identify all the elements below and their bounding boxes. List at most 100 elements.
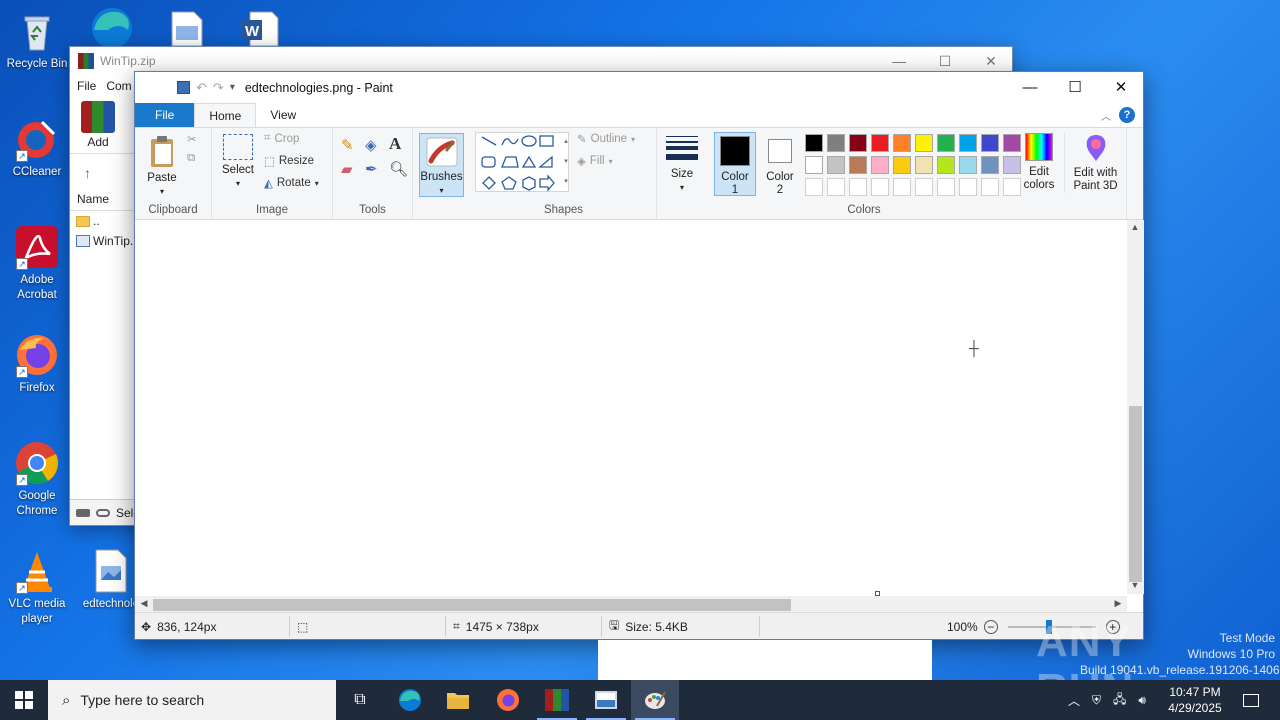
scroll-up-icon[interactable]: ▲ [1128,222,1142,232]
text-tool-icon[interactable]: A [389,134,401,154]
help-icon[interactable]: ? [1119,107,1135,123]
custom-color-slot[interactable] [805,178,823,196]
taskbar-file-explorer[interactable] [434,680,482,720]
size-button[interactable]: Size ▾ [663,134,701,194]
color-swatch[interactable] [871,134,889,152]
custom-color-slot[interactable] [959,178,977,196]
color1-button[interactable]: Color 1 [714,132,756,196]
paint-close-button[interactable]: ✕ [1098,72,1144,103]
desktop-icon-adobe-acrobat[interactable]: ↗ Adobe Acrobat [2,224,72,303]
taskbar-search-box[interactable]: ⌕ Type here to search [48,680,336,720]
custom-color-slot[interactable] [871,178,889,196]
undo-icon[interactable]: ↶ [196,80,207,96]
color-swatch[interactable] [805,156,823,174]
zoom-out-icon[interactable]: − [983,619,998,634]
custom-color-slot[interactable] [937,178,955,196]
scroll-left-icon[interactable]: ◀ [137,598,151,609]
fill-bucket-icon[interactable]: ◈ [365,136,377,154]
color-swatch[interactable] [937,156,955,174]
color-swatch[interactable] [915,134,933,152]
desktop-icon-ccleaner[interactable]: ↗ CCleaner [2,116,72,180]
scroll-down-icon[interactable]: ▼ [1128,580,1142,590]
custom-color-slot[interactable] [915,178,933,196]
vertical-scrollbar[interactable]: ▲ ▼ [1127,220,1144,594]
tab-file[interactable]: File [135,103,195,127]
color-swatch[interactable] [805,134,823,152]
color-swatch[interactable] [959,156,977,174]
select-button[interactable]: Select ▾ [220,134,256,190]
custom-color-slot[interactable] [827,178,845,196]
horizontal-scroll-thumb[interactable] [153,599,791,611]
custom-color-slot[interactable] [981,178,999,196]
color-swatch[interactable] [981,134,999,152]
winrar-menu-file[interactable]: File [77,79,96,93]
taskbar-firefox[interactable] [484,680,532,720]
taskbar-winrar[interactable] [533,680,581,720]
color-swatch[interactable] [827,134,845,152]
horizontal-scrollbar[interactable]: ◀ ▶ [135,596,1127,613]
network-icon[interactable]: 🖧 [1113,690,1126,711]
color2-button[interactable]: Color 2 [759,132,801,197]
taskbar-edge[interactable] [386,680,434,720]
security-icon[interactable]: ⛨ [1092,693,1101,708]
taskbar-image-viewer[interactable] [582,680,630,720]
cut-icon[interactable]: ✂ [187,132,197,146]
edit-colors-button[interactable]: Edit colors [1019,133,1059,192]
fill-button[interactable]: ◈ Fill ▾ [577,154,613,168]
winrar-add-button[interactable]: Add [76,101,120,149]
brushes-button[interactable]: Brushes ▾ [419,133,464,197]
color-swatch[interactable] [915,156,933,174]
edit-with-paint3d-button[interactable]: Edit with Paint 3D [1064,133,1126,193]
color-swatch[interactable] [871,156,889,174]
desktop-icon-google-chrome[interactable]: ↗ Google Chrome [2,440,72,519]
color-picker-icon[interactable]: ✒ [365,160,378,178]
tab-home[interactable]: Home [194,103,257,127]
color-swatch[interactable] [849,134,867,152]
pencil-icon[interactable]: ✎ [341,136,354,154]
shapes-gallery[interactable] [475,132,569,192]
resize-button[interactable]: ⬚ Resize [264,154,314,168]
customize-quick-access-icon[interactable]: ▾ [230,82,235,93]
edge-desktop-icon[interactable] [88,4,136,48]
color-swatch[interactable] [959,134,977,152]
desktop-icon-recycle-bin[interactable]: Recycle Bin [2,8,72,72]
volume-icon[interactable]: 🔊︎ [1138,693,1146,708]
rotate-button[interactable]: ◭ Rotate ▾ [264,176,319,190]
color-swatch[interactable] [893,156,911,174]
vertical-scroll-thumb[interactable] [1129,406,1142,582]
paste-button[interactable]: Paste ▾ [143,134,181,198]
custom-color-slot[interactable] [849,178,867,196]
color-swatch[interactable] [937,134,955,152]
custom-color-slot[interactable] [893,178,911,196]
word-document-desktop-icon[interactable]: W [240,10,280,47]
paint-maximize-button[interactable]: ☐ [1052,72,1098,103]
eraser-icon[interactable]: ▰ [341,160,353,178]
magnifier-icon[interactable]: 🔍︎ [389,160,408,178]
minimize-ribbon-icon[interactable]: ︿ [1101,108,1111,123]
color-swatch[interactable] [981,156,999,174]
desktop-icon-vlc[interactable]: ↗ VLC media player [2,548,72,627]
outline-button[interactable]: ✎ Outline ▾ [577,132,635,146]
notification-center-button[interactable] [1234,680,1268,720]
start-button[interactable] [0,680,48,720]
show-hidden-icons-icon[interactable]: ︿ [1068,692,1080,709]
shapes-scroll[interactable]: ▴ ▾ ▾ [561,132,571,192]
color-swatch[interactable] [849,156,867,174]
taskbar-paint[interactable] [631,680,679,720]
scroll-right-icon[interactable]: ▶ [1111,598,1125,609]
copy-icon[interactable]: ⧉ [187,152,195,165]
clock[interactable]: 10:47 PM 4/29/2025 [1162,680,1228,720]
color-swatch[interactable] [827,156,845,174]
save-icon[interactable] [177,81,190,94]
paint-minimize-button[interactable]: — [1007,72,1053,103]
image-file-desktop-icon[interactable] [170,10,204,47]
redo-icon[interactable]: ↷ [213,80,224,96]
tab-view[interactable]: View [256,103,310,127]
desktop-icon-firefox[interactable]: ↗ Firefox [2,332,72,396]
task-view-button[interactable]: ⧉ [336,680,384,720]
up-arrow-icon[interactable]: ↑ [84,165,91,181]
drawing-canvas[interactable]: ┼ [135,220,1127,596]
crop-button[interactable]: ⌗ Crop [264,132,299,145]
winrar-menu-commands[interactable]: Com [106,79,131,93]
color-swatch[interactable] [893,134,911,152]
